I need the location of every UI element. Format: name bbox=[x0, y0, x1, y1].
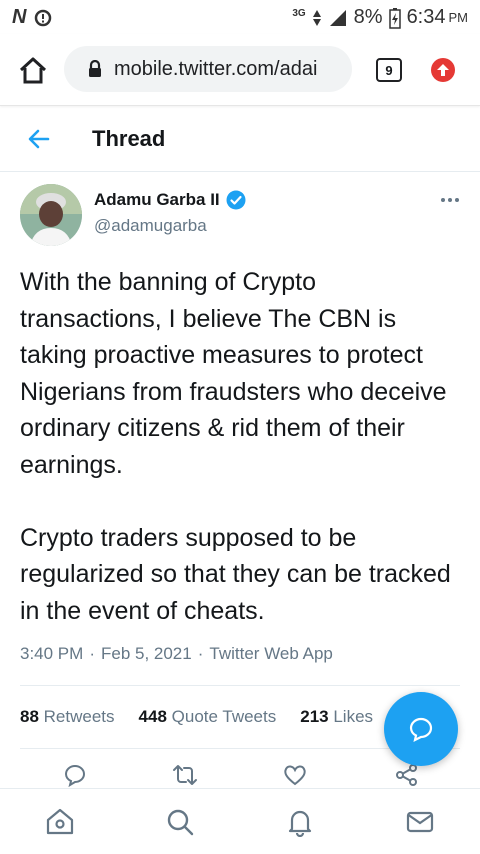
messages-icon[interactable] bbox=[405, 807, 435, 837]
retweets-stat[interactable]: 88 Retweets bbox=[20, 707, 115, 727]
browser-toolbar: mobile.twitter.com/adai 9 bbox=[0, 34, 480, 106]
retweets-count: 88 bbox=[20, 707, 39, 726]
tweet-source[interactable]: Twitter Web App bbox=[209, 644, 332, 664]
retweet-icon[interactable] bbox=[172, 762, 198, 788]
tweet-meta: 3:40 PM · Feb 5, 2021 · Twitter Web App bbox=[20, 644, 333, 664]
search-icon[interactable] bbox=[165, 807, 195, 837]
meta-separator: · bbox=[89, 644, 95, 663]
n-icon: N bbox=[12, 6, 27, 28]
quotes-label: Quote Tweets bbox=[171, 707, 277, 726]
back-arrow-icon[interactable] bbox=[26, 126, 52, 152]
meta-separator: · bbox=[197, 644, 204, 663]
home-icon[interactable] bbox=[18, 56, 48, 86]
battery-charging-icon bbox=[388, 7, 401, 29]
compose-button[interactable] bbox=[384, 692, 458, 766]
retweets-label: Retweets bbox=[43, 707, 115, 726]
author-handle[interactable]: @adamugarba bbox=[94, 216, 207, 236]
page-title: Thread bbox=[92, 126, 166, 151]
home-tab-icon[interactable] bbox=[45, 807, 75, 837]
like-icon[interactable] bbox=[282, 762, 308, 788]
tabs-button[interactable]: 9 bbox=[376, 58, 402, 82]
arrow-up-icon bbox=[437, 64, 449, 76]
likes-stat[interactable]: 213 Likes bbox=[300, 707, 373, 727]
lock-icon bbox=[89, 60, 101, 77]
bottom-navigation bbox=[0, 788, 480, 854]
notification-icon bbox=[35, 9, 52, 26]
tweet-time[interactable]: 3:40 PM bbox=[20, 644, 83, 664]
author-name-text: Adamu Garba II bbox=[94, 190, 220, 209]
compose-reply-icon bbox=[409, 717, 433, 743]
more-options-icon[interactable] bbox=[440, 190, 460, 210]
likes-count: 213 bbox=[300, 707, 329, 726]
avatar[interactable] bbox=[20, 184, 82, 246]
network-type: 3G bbox=[292, 8, 306, 19]
clock-time: 6:34 bbox=[406, 6, 446, 28]
likes-label: Likes bbox=[333, 707, 374, 726]
share-icon[interactable] bbox=[394, 762, 420, 788]
tab-count: 9 bbox=[385, 62, 393, 78]
tweet-text: With the banning of Crypto transactions,… bbox=[20, 268, 451, 625]
update-icon[interactable] bbox=[431, 58, 455, 82]
tweet-date[interactable]: Feb 5, 2021 bbox=[101, 644, 192, 664]
signal-icon bbox=[329, 9, 346, 26]
clock-ampm: PM bbox=[448, 10, 469, 25]
author-name[interactable]: Adamu Garba II bbox=[94, 190, 246, 210]
verified-badge-icon bbox=[226, 190, 246, 210]
tweet-actions bbox=[20, 760, 460, 790]
data-arrows-icon bbox=[312, 9, 321, 26]
battery-percent: 8% bbox=[353, 6, 383, 28]
url-bar[interactable]: mobile.twitter.com/adai bbox=[64, 46, 352, 92]
avatar-image bbox=[20, 184, 82, 246]
thread-header: Thread bbox=[0, 106, 480, 172]
quotes-count: 448 bbox=[138, 707, 167, 726]
status-bar: N 3G 8% 6:34 PM bbox=[0, 0, 480, 34]
quotes-stat[interactable]: 448 Quote Tweets bbox=[139, 707, 277, 727]
notifications-icon[interactable] bbox=[285, 807, 315, 837]
url-text: mobile.twitter.com/adai bbox=[114, 57, 318, 80]
reply-icon[interactable] bbox=[62, 762, 88, 788]
